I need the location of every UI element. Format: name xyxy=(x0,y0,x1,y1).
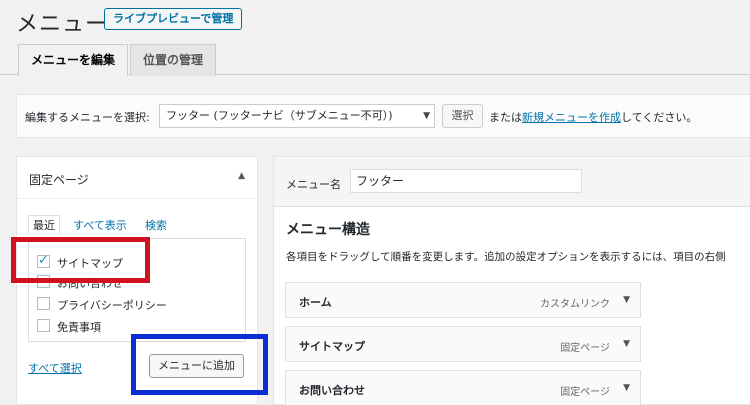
menu-structure-description: 各項目をドラッグして順番を変更します。追加の設定オプションを表示するには、項目の… xyxy=(286,251,726,263)
menu-item-title: お問い合わせ xyxy=(299,384,365,397)
create-menu-link[interactable]: 新規メニューを作成 xyxy=(522,111,621,124)
tab-manage-locations[interactable]: 位置の管理 xyxy=(130,44,217,76)
page-label: プライバシーポリシー xyxy=(57,299,167,312)
tab-bar: メニューを編集 位置の管理 xyxy=(0,40,750,76)
menu-structure-title: メニュー構造 xyxy=(286,222,370,238)
sub-tab-view-all[interactable]: すべて表示 xyxy=(73,217,127,233)
expand-arrow-icon[interactable]: ▼ xyxy=(623,295,630,305)
menu-select-bar: 編集するメニューを選択: フッター (フッターナビ（サブメニュー不可）) ▼ 選… xyxy=(16,94,750,138)
tab-edit-menus[interactable]: メニューを編集 xyxy=(18,44,129,76)
page-title: メニュー xyxy=(16,12,109,37)
menu-name-input[interactable]: フッター xyxy=(350,169,582,193)
checkbox-disclaimer[interactable] xyxy=(37,319,50,332)
menu-name-bar: メニュー名 フッター xyxy=(274,157,750,207)
menu-item-sitemap[interactable]: サイトマップ 固定ページ ▼ xyxy=(285,326,641,362)
menu-item-type: 固定ページ xyxy=(560,387,610,398)
select-button[interactable]: 選択 xyxy=(442,104,483,128)
menu-select-dropdown[interactable]: フッター (フッターナビ（サブメニュー不可）) ▼ xyxy=(159,104,435,128)
or-text: または xyxy=(489,111,522,124)
menu-structure-panel: メニュー名 フッター メニュー構造 各項目をドラッグして順番を変更します。追加の… xyxy=(273,156,750,405)
dropdown-arrow-icon: ▼ xyxy=(423,111,430,121)
sub-tab-search[interactable]: 検索 xyxy=(145,217,167,233)
menu-item-title: サイトマップ xyxy=(299,340,365,353)
expand-arrow-icon[interactable]: ▼ xyxy=(623,339,630,349)
menu-item-title: ホーム xyxy=(299,296,332,309)
highlight-box-red xyxy=(11,237,150,283)
menu-select-value: フッター (フッターナビ（サブメニュー不可）) xyxy=(166,109,393,122)
live-preview-button[interactable]: ライブプレビューで管理 xyxy=(104,8,243,30)
menu-item-home[interactable]: ホーム カスタムリンク ▼ xyxy=(285,282,641,318)
menu-name-label: メニュー名 xyxy=(286,178,341,191)
select-all-link[interactable]: すべて選択 xyxy=(28,360,82,376)
menu-item-type: 固定ページ xyxy=(560,343,610,354)
menu-item-contact[interactable]: お問い合わせ 固定ページ ▼ xyxy=(285,370,641,405)
checkbox-privacy-policy[interactable] xyxy=(37,297,50,310)
menu-select-label: 編集するメニューを選択: xyxy=(25,111,150,124)
expand-arrow-icon[interactable]: ▼ xyxy=(623,383,630,393)
sub-tab-recent[interactable]: 最近 xyxy=(28,215,60,235)
suffix-text: してください。 xyxy=(621,111,698,124)
page-label: 免責事項 xyxy=(57,321,101,334)
menu-item-type: カスタムリンク xyxy=(540,299,610,310)
highlight-box-blue xyxy=(131,334,268,395)
pages-panel-header[interactable]: 固定ページ ▲ xyxy=(17,157,257,199)
create-menu-text: または新規メニューを作成してください。 xyxy=(489,109,697,125)
pages-panel-title: 固定ページ xyxy=(29,173,89,187)
collapse-arrow-icon[interactable]: ▲ xyxy=(238,171,245,181)
